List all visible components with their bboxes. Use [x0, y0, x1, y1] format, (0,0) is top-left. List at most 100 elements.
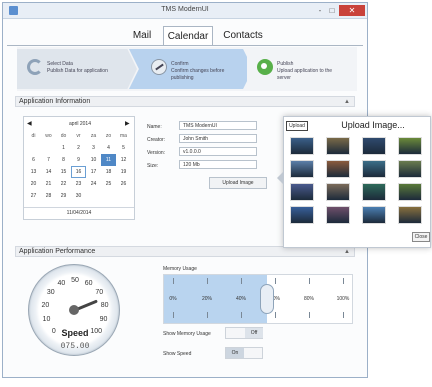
- tab-contacts[interactable]: Contacts: [217, 26, 269, 46]
- section-header[interactable]: Application Information ▲: [15, 96, 355, 107]
- tab-calendar[interactable]: Calendar: [163, 26, 213, 46]
- calendar-day[interactable]: 7: [41, 154, 56, 166]
- show-speed-toggle[interactable]: On: [225, 347, 263, 359]
- weekday-header: za: [90, 133, 97, 139]
- popup-close-button[interactable]: Close: [412, 232, 430, 242]
- image-thumbnail[interactable]: [362, 137, 386, 155]
- popup-arrow: [277, 171, 284, 185]
- weekday-header: di: [31, 133, 36, 139]
- calendar-day[interactable]: 8: [56, 154, 71, 166]
- calendar-day[interactable]: 10: [86, 154, 101, 166]
- image-thumbnail[interactable]: [398, 137, 422, 155]
- gauge-tick-label: 0: [51, 328, 56, 336]
- collapse-icon[interactable]: ▲: [344, 247, 350, 257]
- calendar-day[interactable]: 2: [71, 142, 86, 154]
- memory-usage-slider[interactable]: 0% 20% 40% 60% 80% 100%: [163, 274, 353, 324]
- slider-tick: [241, 278, 242, 284]
- calendar-day[interactable]: 23: [71, 178, 86, 190]
- image-thumbnail[interactable]: [326, 206, 350, 224]
- tab-mail[interactable]: Mail: [123, 26, 161, 46]
- image-thumbnail[interactable]: [362, 160, 386, 178]
- image-thumbnail[interactable]: [290, 137, 314, 155]
- version-field[interactable]: v1.0.0.0: [179, 147, 257, 156]
- weekday-header: zo: [105, 133, 112, 139]
- slider-tick: [309, 312, 310, 318]
- calendar-day[interactable]: 17: [86, 166, 101, 178]
- calendar-empty-cell: [26, 142, 41, 154]
- close-button[interactable]: ✕: [339, 5, 365, 16]
- gauge-tick-label: 10: [42, 316, 51, 324]
- size-field[interactable]: 120 Mb: [179, 160, 257, 169]
- step-confirm[interactable]: Confirm Confirm changes before publishing: [129, 49, 253, 89]
- calendar-day[interactable]: 14: [41, 166, 56, 178]
- calendar-day[interactable]: 22: [56, 178, 71, 190]
- calendar-day[interactable]: 20: [26, 178, 41, 190]
- calendar-day[interactable]: 24: [86, 178, 101, 190]
- next-month-icon[interactable]: ▶: [125, 120, 133, 128]
- calendar-day[interactable]: 21: [41, 178, 56, 190]
- calendar-day[interactable]: 18: [101, 166, 116, 178]
- image-thumbnail[interactable]: [398, 206, 422, 224]
- memory-usage-label: Memory Usage: [163, 266, 197, 272]
- slider-tick: [275, 312, 276, 318]
- image-thumbnail[interactable]: [290, 160, 314, 178]
- image-thumbnail[interactable]: [290, 206, 314, 224]
- image-thumbnail[interactable]: [326, 183, 350, 201]
- maximize-button[interactable]: □: [326, 5, 338, 16]
- gauge-tick-label: 60: [84, 280, 93, 288]
- calendar-day[interactable]: 25: [101, 178, 116, 190]
- image-thumbnail[interactable]: [326, 160, 350, 178]
- calendar-day[interactable]: 4: [101, 142, 116, 154]
- calendar-day[interactable]: 30: [71, 190, 86, 202]
- image-thumbnail[interactable]: [362, 183, 386, 201]
- upload-icon: [257, 59, 273, 75]
- collapse-icon[interactable]: ▲: [344, 97, 350, 107]
- image-thumbnail[interactable]: [362, 206, 386, 224]
- calendar-day[interactable]: 19: [116, 166, 131, 178]
- slider-tick: [173, 312, 174, 318]
- section-title: Application Information: [19, 98, 91, 105]
- calendar-month[interactable]: april 2014: [44, 120, 116, 128]
- step-publish[interactable]: Publish Upload application to the server: [247, 49, 357, 89]
- window-title: TMS ModernUI: [161, 6, 209, 13]
- upload-image-button[interactable]: Upload Image: [209, 177, 267, 189]
- slider-tick: [343, 312, 344, 318]
- step-select-data[interactable]: Select Data Publish Data for application: [17, 49, 137, 89]
- calendar-day[interactable]: 15: [56, 166, 71, 178]
- show-memory-label: Show Memory Usage: [163, 331, 211, 337]
- slider-tick-label: 100%: [336, 296, 350, 302]
- minimize-button[interactable]: -: [314, 5, 326, 16]
- calendar-day[interactable]: 1: [56, 142, 71, 154]
- calendar-day[interactable]: 13: [26, 166, 41, 178]
- calendar-day[interactable]: 27: [26, 190, 41, 202]
- calendar-day[interactable]: 26: [116, 178, 131, 190]
- name-field[interactable]: TMS ModernUI: [179, 121, 257, 130]
- calendar-day[interactable]: 29: [56, 190, 71, 202]
- slider-thumb[interactable]: [259, 284, 274, 314]
- step-title: Publish: [277, 61, 294, 67]
- image-thumbnail[interactable]: [398, 160, 422, 178]
- show-memory-toggle[interactable]: Off: [225, 327, 263, 339]
- upload-button[interactable]: Upload: [286, 121, 308, 131]
- image-thumbnail[interactable]: [398, 183, 422, 201]
- calendar-day[interactable]: 12: [116, 154, 131, 166]
- calendar-day[interactable]: 28: [41, 190, 56, 202]
- calendar-day[interactable]: 6: [26, 154, 41, 166]
- image-thumbnail[interactable]: [290, 183, 314, 201]
- speed-label: Speed: [61, 328, 89, 338]
- prev-month-icon[interactable]: ◀: [27, 120, 35, 128]
- creator-field[interactable]: John Smith: [179, 134, 257, 143]
- slider-tick: [207, 312, 208, 318]
- calendar-day[interactable]: 16: [71, 166, 86, 178]
- edit-icon: [151, 59, 167, 75]
- step-text: Publish Data for application: [47, 68, 108, 74]
- size-label: Size:: [147, 163, 159, 169]
- calendar-day[interactable]: 11: [101, 154, 116, 166]
- image-thumbnail[interactable]: [326, 137, 350, 155]
- calendar-day[interactable]: 9: [71, 154, 86, 166]
- creator-label: Creator:: [147, 137, 166, 143]
- calendar-day[interactable]: 3: [86, 142, 101, 154]
- slider-tick-label: 80%: [303, 296, 314, 302]
- calendar-day[interactable]: 5: [116, 142, 131, 154]
- weekday-header: vr: [76, 133, 81, 139]
